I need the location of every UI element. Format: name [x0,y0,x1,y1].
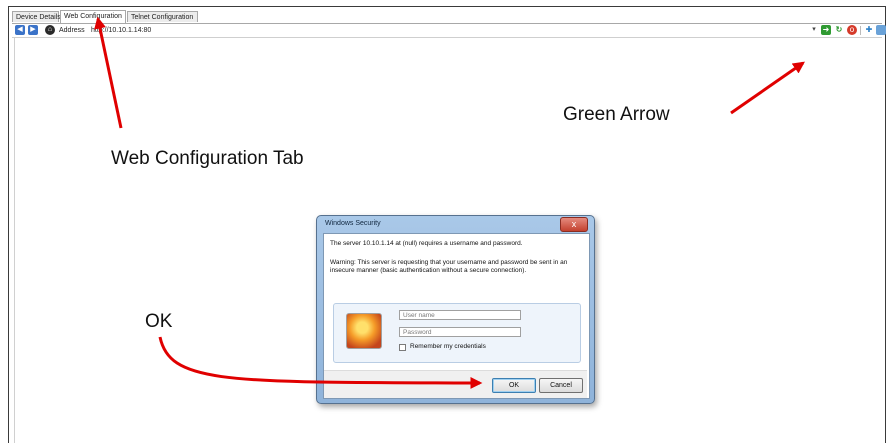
arrow-to-web-configuration-tab [94,16,123,129]
arrow-to-green-arrow [730,61,805,115]
arrow-to-ok-button [158,336,483,389]
annotation-arrows [94,16,805,389]
